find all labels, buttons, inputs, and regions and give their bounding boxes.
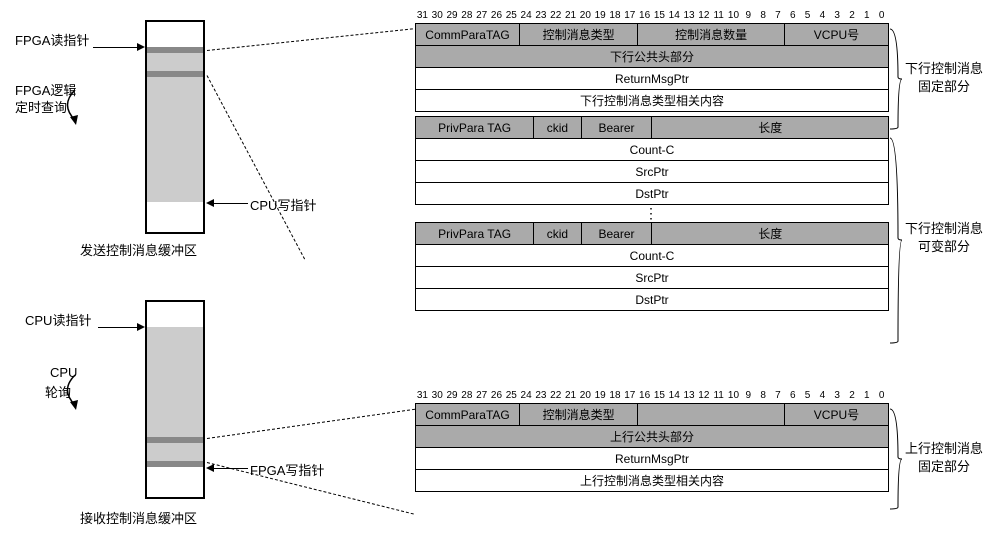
dl-privtag2: PrivPara TAG bbox=[416, 223, 534, 245]
dl-vcpu: VCPU号 bbox=[784, 24, 888, 46]
dl-countc2: Count-C bbox=[416, 245, 889, 267]
downlink-table-container: 3130292827262524232221201918171615141312… bbox=[415, 10, 889, 311]
dl-returnptr: ReturnMsgPtr bbox=[416, 68, 889, 90]
cpu-read-ptr-label: CPU读指针 bbox=[25, 310, 91, 329]
ellipsis-row: ⋮ bbox=[415, 205, 889, 222]
dl-privtag1: PrivPara TAG bbox=[416, 117, 534, 139]
dl-commtag: CommParaTAG bbox=[416, 24, 520, 46]
cpu-write-ptr-label: CPU写指针 bbox=[250, 195, 316, 214]
dl-dstptr1: DstPtr bbox=[416, 183, 889, 205]
dl-pubheader: 下行公共头部分 bbox=[416, 46, 889, 68]
dl-srcptr2: SrcPtr bbox=[416, 267, 889, 289]
downlink-bit-ruler: 3130292827262524232221201918171615141312… bbox=[415, 10, 889, 21]
ul-pubheader: 上行公共头部分 bbox=[416, 426, 889, 448]
uplink-msg-table: CommParaTAG 控制消息类型 VCPU号 上行公共头部分 ReturnM… bbox=[415, 403, 889, 492]
dl-typecontent: 下行控制消息类型相关内容 bbox=[416, 90, 889, 112]
ul-fixed-label: 上行控制消息 固定部分 bbox=[905, 440, 983, 476]
downlink-msg-table: CommParaTAG 控制消息类型 控制消息数量 VCPU号 下行公共头部分 … bbox=[415, 23, 889, 112]
ul-blank bbox=[638, 404, 785, 426]
downlink-var-table2: PrivPara TAG ckid Bearer 长度 Count-C SrcP… bbox=[415, 222, 889, 311]
ul-commtag: CommParaTAG bbox=[416, 404, 520, 426]
fpga-read-ptr-label: FPGA读指针 bbox=[15, 30, 89, 49]
dl-msgtype: 控制消息类型 bbox=[520, 24, 638, 46]
dl-length2: 长度 bbox=[652, 223, 889, 245]
send-buffer-title: 发送控制消息缓冲区 bbox=[80, 240, 197, 259]
dl-var-label: 下行控制消息 可变部分 bbox=[905, 220, 983, 256]
dl-fixed-label: 下行控制消息 固定部分 bbox=[905, 60, 983, 96]
uplink-bit-ruler: 3130292827262524232221201918171615141312… bbox=[415, 390, 889, 401]
dl-srcptr1: SrcPtr bbox=[416, 161, 889, 183]
uplink-table-container: 3130292827262524232221201918171615141312… bbox=[415, 390, 889, 492]
dl-msgcount: 控制消息数量 bbox=[638, 24, 785, 46]
recv-buffer bbox=[145, 300, 205, 499]
dl-dstptr2: DstPtr bbox=[416, 289, 889, 311]
dl-ckid2: ckid bbox=[534, 223, 581, 245]
downlink-var-table1: PrivPara TAG ckid Bearer 长度 Count-C SrcP… bbox=[415, 116, 889, 205]
dl-bearer1: Bearer bbox=[581, 117, 652, 139]
ul-typecontent: 上行控制消息类型相关内容 bbox=[416, 470, 889, 492]
dl-bearer2: Bearer bbox=[581, 223, 652, 245]
ul-msgtype: 控制消息类型 bbox=[520, 404, 638, 426]
recv-buffer-container bbox=[145, 300, 205, 499]
dl-countc1: Count-C bbox=[416, 139, 889, 161]
fpga-poll-label2: 定时查询 bbox=[15, 97, 67, 116]
dl-length1: 长度 bbox=[652, 117, 889, 139]
ul-vcpu: VCPU号 bbox=[784, 404, 888, 426]
ul-returnptr: ReturnMsgPtr bbox=[416, 448, 889, 470]
send-buffer bbox=[145, 20, 205, 234]
recv-buffer-title: 接收控制消息缓冲区 bbox=[80, 508, 197, 527]
dl-ckid1: ckid bbox=[534, 117, 581, 139]
send-buffer-container bbox=[145, 20, 205, 234]
